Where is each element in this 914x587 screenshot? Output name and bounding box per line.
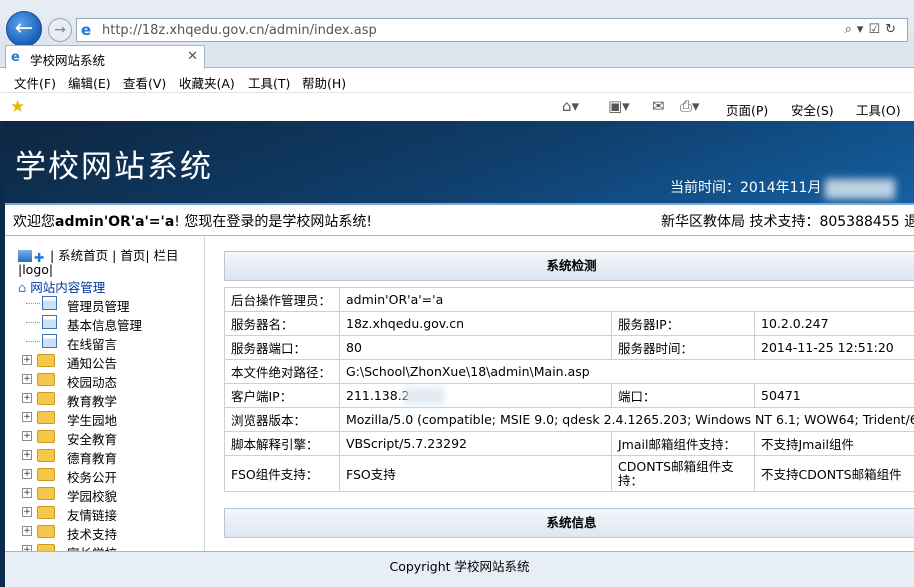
site-title: 学校网站系统	[15, 149, 213, 185]
page-content: 学校网站系统 当前时间：2014年11月 欢迎您admin'OR'a'='a! …	[0, 121, 914, 587]
folder-icon	[37, 468, 55, 481]
table-row: FSO组件支持： FSO支持 CDONTS邮箱组件支持： 不支持CDONTS邮箱…	[224, 455, 914, 492]
favorites-star-icon[interactable]: ★	[10, 97, 25, 117]
table-row: 服务器端口： 80 服务器时间： 2014-11-25 12:51:20	[224, 335, 914, 360]
support-info[interactable]: 新华区教体局 技术支持：805388455 退	[661, 211, 914, 231]
menu-edit[interactable]: 编辑(E)	[68, 73, 111, 92]
home-icon[interactable]: ⌂▾	[562, 97, 579, 115]
folder-icon	[37, 354, 55, 367]
menu-file[interactable]: 文件(F)	[14, 73, 56, 92]
tree-folder[interactable]: + 通知公告	[5, 351, 204, 371]
tree-folder[interactable]: + 教育教学	[5, 389, 204, 409]
ie-logo-icon: e	[81, 21, 92, 39]
table-row: 后台操作管理员： admin'OR'a'='a	[224, 287, 914, 312]
welcome-username: admin'OR'a'='a	[55, 214, 175, 230]
tab-title: 学校网站系统	[30, 53, 106, 68]
back-arrow-icon[interactable]: ←	[6, 11, 42, 47]
tree-folder[interactable]: + 学生园地	[5, 408, 204, 428]
sidebar: ✚ | 系统首页 | 首页| 栏目 |logo| ⌂ 网站内容管理 管理员管理 基本…	[5, 237, 205, 557]
footer: Copyright 学校网站系统	[5, 551, 914, 587]
folder-icon	[37, 430, 55, 443]
browser-toolbar: ← → e http://18z.xhqedu.gov.cn/admin/ind…	[0, 0, 914, 47]
current-time: 当前时间：2014年11月	[670, 180, 822, 196]
table-row: 客户端IP： 211.138.2 端口： 50471	[224, 383, 914, 408]
section-system-info: 系统信息	[224, 508, 914, 538]
tab-bar: e 学校网站系统 ✕	[0, 45, 914, 69]
tree-folder[interactable]: + 友情链接	[5, 503, 204, 523]
folder-icon	[37, 525, 55, 538]
tree-folder[interactable]: + 德育教育	[5, 446, 204, 466]
tree-item-admin[interactable]: 管理员管理	[5, 294, 204, 314]
page-menu[interactable]: 页面(P)	[726, 100, 768, 119]
table-row: 本文件绝对路径： G:\School\ZhonXue\18\admin\Main…	[224, 359, 914, 384]
menu-favorites[interactable]: 收藏夹(A)	[179, 73, 235, 92]
sidebar-logo: |logo|	[18, 262, 54, 277]
tree-folder[interactable]: + 安全教育	[5, 427, 204, 447]
feed-icon[interactable]: ▣▾	[608, 97, 630, 115]
folder-icon	[37, 506, 55, 519]
address-bar[interactable]: e http://18z.xhqedu.gov.cn/admin/index.a…	[76, 18, 908, 42]
tree-folder[interactable]: + 校园动态	[5, 370, 204, 390]
site-banner: 学校网站系统 当前时间：2014年11月	[5, 121, 914, 203]
redaction-blur	[825, 179, 895, 199]
welcome-text: 欢迎您admin'OR'a'='a! 您现在登录的是学校网站系统!	[13, 214, 372, 230]
tree-folder[interactable]: + 技术支持	[5, 522, 204, 542]
folder-icon	[37, 373, 55, 386]
folder-icon	[37, 449, 55, 462]
close-icon[interactable]: ✕	[187, 49, 198, 64]
table-row: 浏览器版本： Mozilla/5.0 (compatible; MSIE 9.0…	[224, 407, 914, 432]
tree-folder[interactable]: + 校务公开	[5, 465, 204, 485]
system-info-table: 后台操作管理员： admin'OR'a'='a 服务器名： 18z.xhqedu…	[224, 287, 914, 492]
main-panel: 系统检测 后台操作管理员： admin'OR'a'='a 服务器名： 18z.x…	[220, 251, 914, 551]
ie-tab-icon: e	[11, 50, 20, 65]
table-row: 脚本解释引擎： VBScript/5.7.23292 Jmail邮箱组件支持： …	[224, 431, 914, 456]
folder-icon	[37, 487, 55, 500]
forward-arrow-icon[interactable]: →	[48, 18, 72, 42]
table-row: 服务器名： 18z.xhqedu.gov.cn 服务器IP： 10.2.0.24…	[224, 311, 914, 336]
plus-icon: ✚	[34, 250, 45, 265]
browser-tab[interactable]: e 学校网站系统 ✕	[5, 45, 205, 69]
address-tools-icons[interactable]: ⌕▾☑↻	[845, 22, 901, 37]
menu-bar: 文件(F) 编辑(E) 查看(V) 收藏夹(A) 工具(T) 帮助(H)	[0, 69, 914, 93]
print-icon[interactable]: ⎙▾	[680, 97, 700, 115]
folder-icon	[37, 392, 55, 405]
address-url[interactable]: http://18z.xhqedu.gov.cn/admin/index.asp	[102, 23, 377, 38]
section-system-check: 系统检测	[224, 251, 914, 281]
menu-help[interactable]: 帮助(H)	[302, 73, 346, 92]
page-icon	[42, 315, 57, 329]
tools-menu[interactable]: 工具(O)	[856, 100, 901, 119]
folder-icon	[37, 411, 55, 424]
mail-icon[interactable]: ✉	[652, 97, 665, 115]
page-icon	[42, 296, 57, 310]
redaction-blur	[404, 387, 444, 405]
welcome-bar: 欢迎您admin'OR'a'='a! 您现在登录的是学校网站系统! 新华区教体局…	[5, 203, 914, 236]
tree-item-messages[interactable]: 在线留言	[5, 332, 204, 352]
page-icon	[42, 334, 57, 348]
tree-folder[interactable]: + 学园校貌	[5, 484, 204, 504]
client-ip: 211.138.2	[346, 388, 410, 403]
window-icon	[18, 250, 32, 262]
tree-item-basic-info[interactable]: 基本信息管理	[5, 313, 204, 333]
safety-menu[interactable]: 安全(S)	[791, 100, 834, 119]
command-bar: ★ ⌂▾ ▣▾ ✉ ⎙▾ 页面(P) 安全(S) 工具(O)	[0, 93, 914, 121]
menu-view[interactable]: 查看(V)	[123, 73, 166, 92]
menu-tools[interactable]: 工具(T)	[248, 73, 290, 92]
